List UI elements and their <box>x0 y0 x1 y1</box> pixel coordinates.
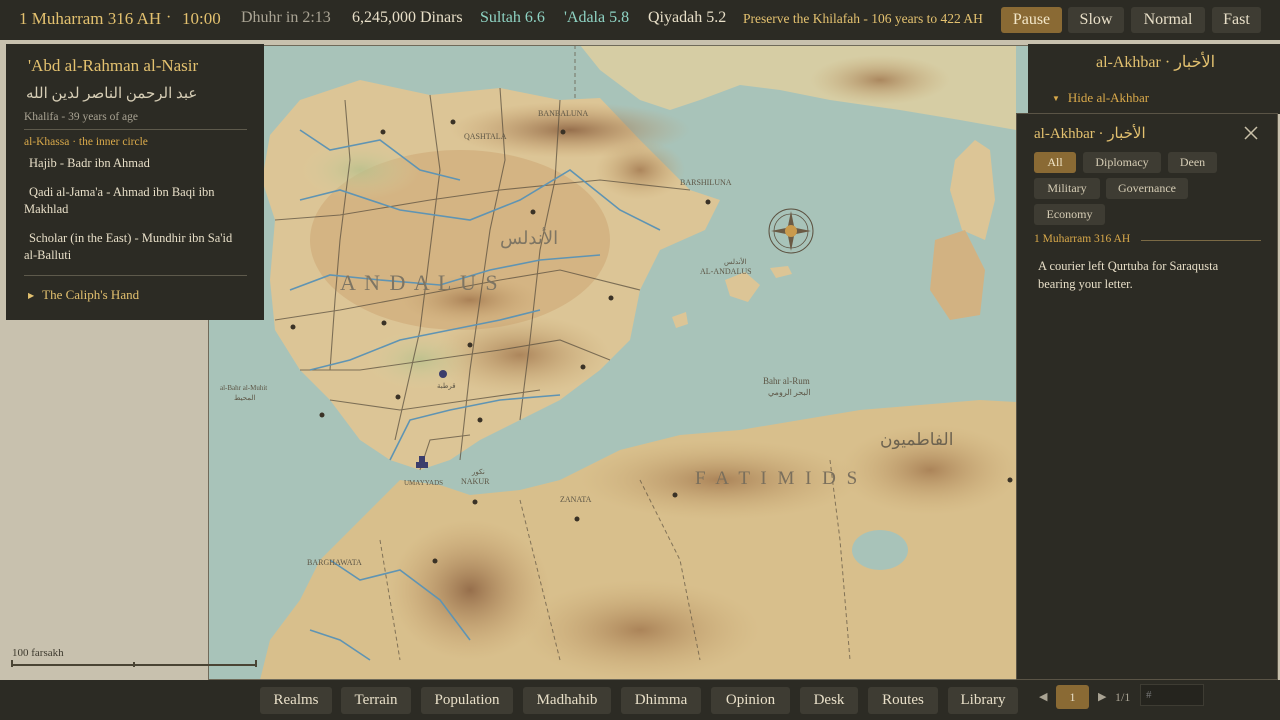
tab-library[interactable]: Library <box>948 687 1018 714</box>
region-label-andalus: A N D A L U S <box>340 270 500 295</box>
tab-madhahib[interactable]: Madhahib <box>523 687 611 714</box>
divider <box>24 275 247 276</box>
caliphs-hand-label: The Caliph's Hand <box>42 287 140 302</box>
game-time: 10:00 <box>182 9 221 28</box>
tab-dhimma[interactable]: Dhimma <box>621 687 701 714</box>
city-label-al-andalus-arabic: الأندلس <box>724 258 747 266</box>
region-label-barghawata: BARGHAWATA <box>307 558 362 567</box>
news-panel-title: al-Akhbar · الأخبار <box>1034 126 1146 142</box>
sea-label-bahr-muhit-arabic: المحيط <box>234 394 256 402</box>
region-label-qashtala: QASHTALA <box>464 132 507 141</box>
treasury: 6,245,000 Dinars <box>352 9 463 26</box>
prev-page-icon[interactable]: ◀ <box>1039 690 1047 703</box>
news-item: A courier left Qurtuba for Saraqusta bea… <box>1038 259 1219 291</box>
akhbar-header: al-Akhbar · الأخبار ▼ Hide al-Akhbar <box>1028 44 1280 114</box>
region-label-zanata: ZANATA <box>560 495 592 504</box>
sea-label-bahr-rum: Bahr al-Rum <box>763 376 810 386</box>
inner-circle-title: al-Khassa · the inner circle <box>24 136 148 148</box>
filter-all[interactable]: All <box>1034 152 1076 173</box>
ruler-name-arabic: عبد الرحمن الناصر لدين الله <box>26 86 198 102</box>
sea-label-bahr-rum-arabic: البحر الرومي <box>768 388 811 397</box>
region-label-fatimids-arabic: الفاطميون <box>880 430 954 449</box>
pause-button[interactable]: Pause <box>1001 7 1062 33</box>
sea-label-bahr-muhit: al-Bahr al-Muhit <box>220 384 268 392</box>
fleet-marker <box>416 462 428 468</box>
close-icon[interactable] <box>1242 124 1260 142</box>
prayer-countdown: Dhuhr in 2:13 <box>241 9 331 26</box>
ruler-title-age: Khalifa - 39 years of age <box>24 111 247 130</box>
filter-governance[interactable]: Governance <box>1106 178 1188 199</box>
game-date: 1 Muharram 316 AH <box>19 9 162 28</box>
inner-circle-member-qadi[interactable]: Qadi al-Jama'a - Ahmad ibn Baqi ibn Makh… <box>24 184 247 218</box>
page-jump-input[interactable] <box>1140 684 1204 706</box>
scale-label: 100 farsakh <box>12 647 64 659</box>
news-panel: al-Akhbar · الأخبار All Diplomacy Deen M… <box>1016 113 1278 680</box>
date-separator: · <box>166 9 172 26</box>
objective-text: Preserve the Khilafah - 106 years to 422… <box>743 11 983 26</box>
region-label-umayyads: UMAYYADS <box>404 479 444 487</box>
caliphs-hand-toggle[interactable]: ▶ The Caliph's Hand <box>28 287 247 303</box>
akhbar-header-title: al-Akhbar · الأخبار <box>1096 54 1216 71</box>
inner-circle-member-scholar[interactable]: Scholar (in the East) - Mundhir ibn Sa'i… <box>24 230 247 264</box>
caret-down-icon: ▼ <box>1052 94 1060 103</box>
news-date-header: 1 Muharram 316 AH <box>1034 233 1131 245</box>
page-count: 1/1 <box>1115 690 1131 704</box>
region-label-banbaluna: BANBALUNA <box>538 109 589 118</box>
filter-military[interactable]: Military <box>1034 178 1100 199</box>
ruler-name: 'Abd al-Rahman al-Nasir <box>28 56 199 75</box>
region-label-nakur: NAKUR <box>461 477 490 486</box>
tab-realms[interactable]: Realms <box>260 687 332 714</box>
normal-button[interactable]: Normal <box>1131 7 1205 33</box>
region-label-nakur-arabic: نكور <box>472 468 485 476</box>
qiyadah-stat: Qiyadah 5.2 <box>648 9 727 26</box>
news-pager: ◀ 1 ▶ 1/1 <box>1016 680 1280 720</box>
tab-routes[interactable]: Routes <box>868 687 938 714</box>
tab-desk[interactable]: Desk <box>800 687 858 714</box>
top-status-bar: 1 Muharram 316 AH · 10:00 Dhuhr in 2:13 … <box>0 0 1280 40</box>
next-page-icon[interactable]: ▶ <box>1098 690 1106 703</box>
filter-deen[interactable]: Deen <box>1168 152 1217 173</box>
city-label-qurtuba-arabic: قرطبة <box>437 382 456 390</box>
city-label-al-andalus: AL-ANDALUS <box>700 267 752 276</box>
compass-rose-icon <box>768 208 814 254</box>
filter-economy[interactable]: Economy <box>1034 204 1105 225</box>
hide-akhbar-toggle[interactable]: ▼ Hide al-Akhbar <box>1052 90 1149 106</box>
slow-button[interactable]: Slow <box>1068 7 1124 33</box>
filter-diplomacy[interactable]: Diplomacy <box>1083 152 1161 173</box>
sultah-stat: Sultah 6.6 <box>480 9 545 26</box>
date-divider <box>1141 240 1261 241</box>
region-label-barshiluna: BARSHILUNA <box>680 178 732 187</box>
hide-akhbar-label: Hide al-Akhbar <box>1067 90 1150 105</box>
adala-stat: 'Adala 5.8 <box>564 9 630 26</box>
tab-terrain[interactable]: Terrain <box>341 687 411 714</box>
region-label-andalus-arabic: الأندلس <box>500 228 559 248</box>
qurtuba-capital-marker <box>439 370 447 378</box>
tab-opinion[interactable]: Opinion <box>711 687 790 714</box>
current-page[interactable]: 1 <box>1056 685 1089 709</box>
caret-right-icon: ▶ <box>28 291 35 300</box>
inner-circle-member-hajib[interactable]: Hajib - Badr ibn Ahmad <box>24 155 247 172</box>
character-panel: 'Abd al-Rahman al-Nasir عبد الرحمن الناص… <box>6 44 264 320</box>
region-label-fatimids: F A T I M I D S <box>695 468 861 489</box>
bottom-tab-bar: Realms Terrain Population Madhahib Dhimm… <box>0 680 1018 720</box>
fast-button[interactable]: Fast <box>1212 7 1261 33</box>
tab-population[interactable]: Population <box>421 687 513 714</box>
